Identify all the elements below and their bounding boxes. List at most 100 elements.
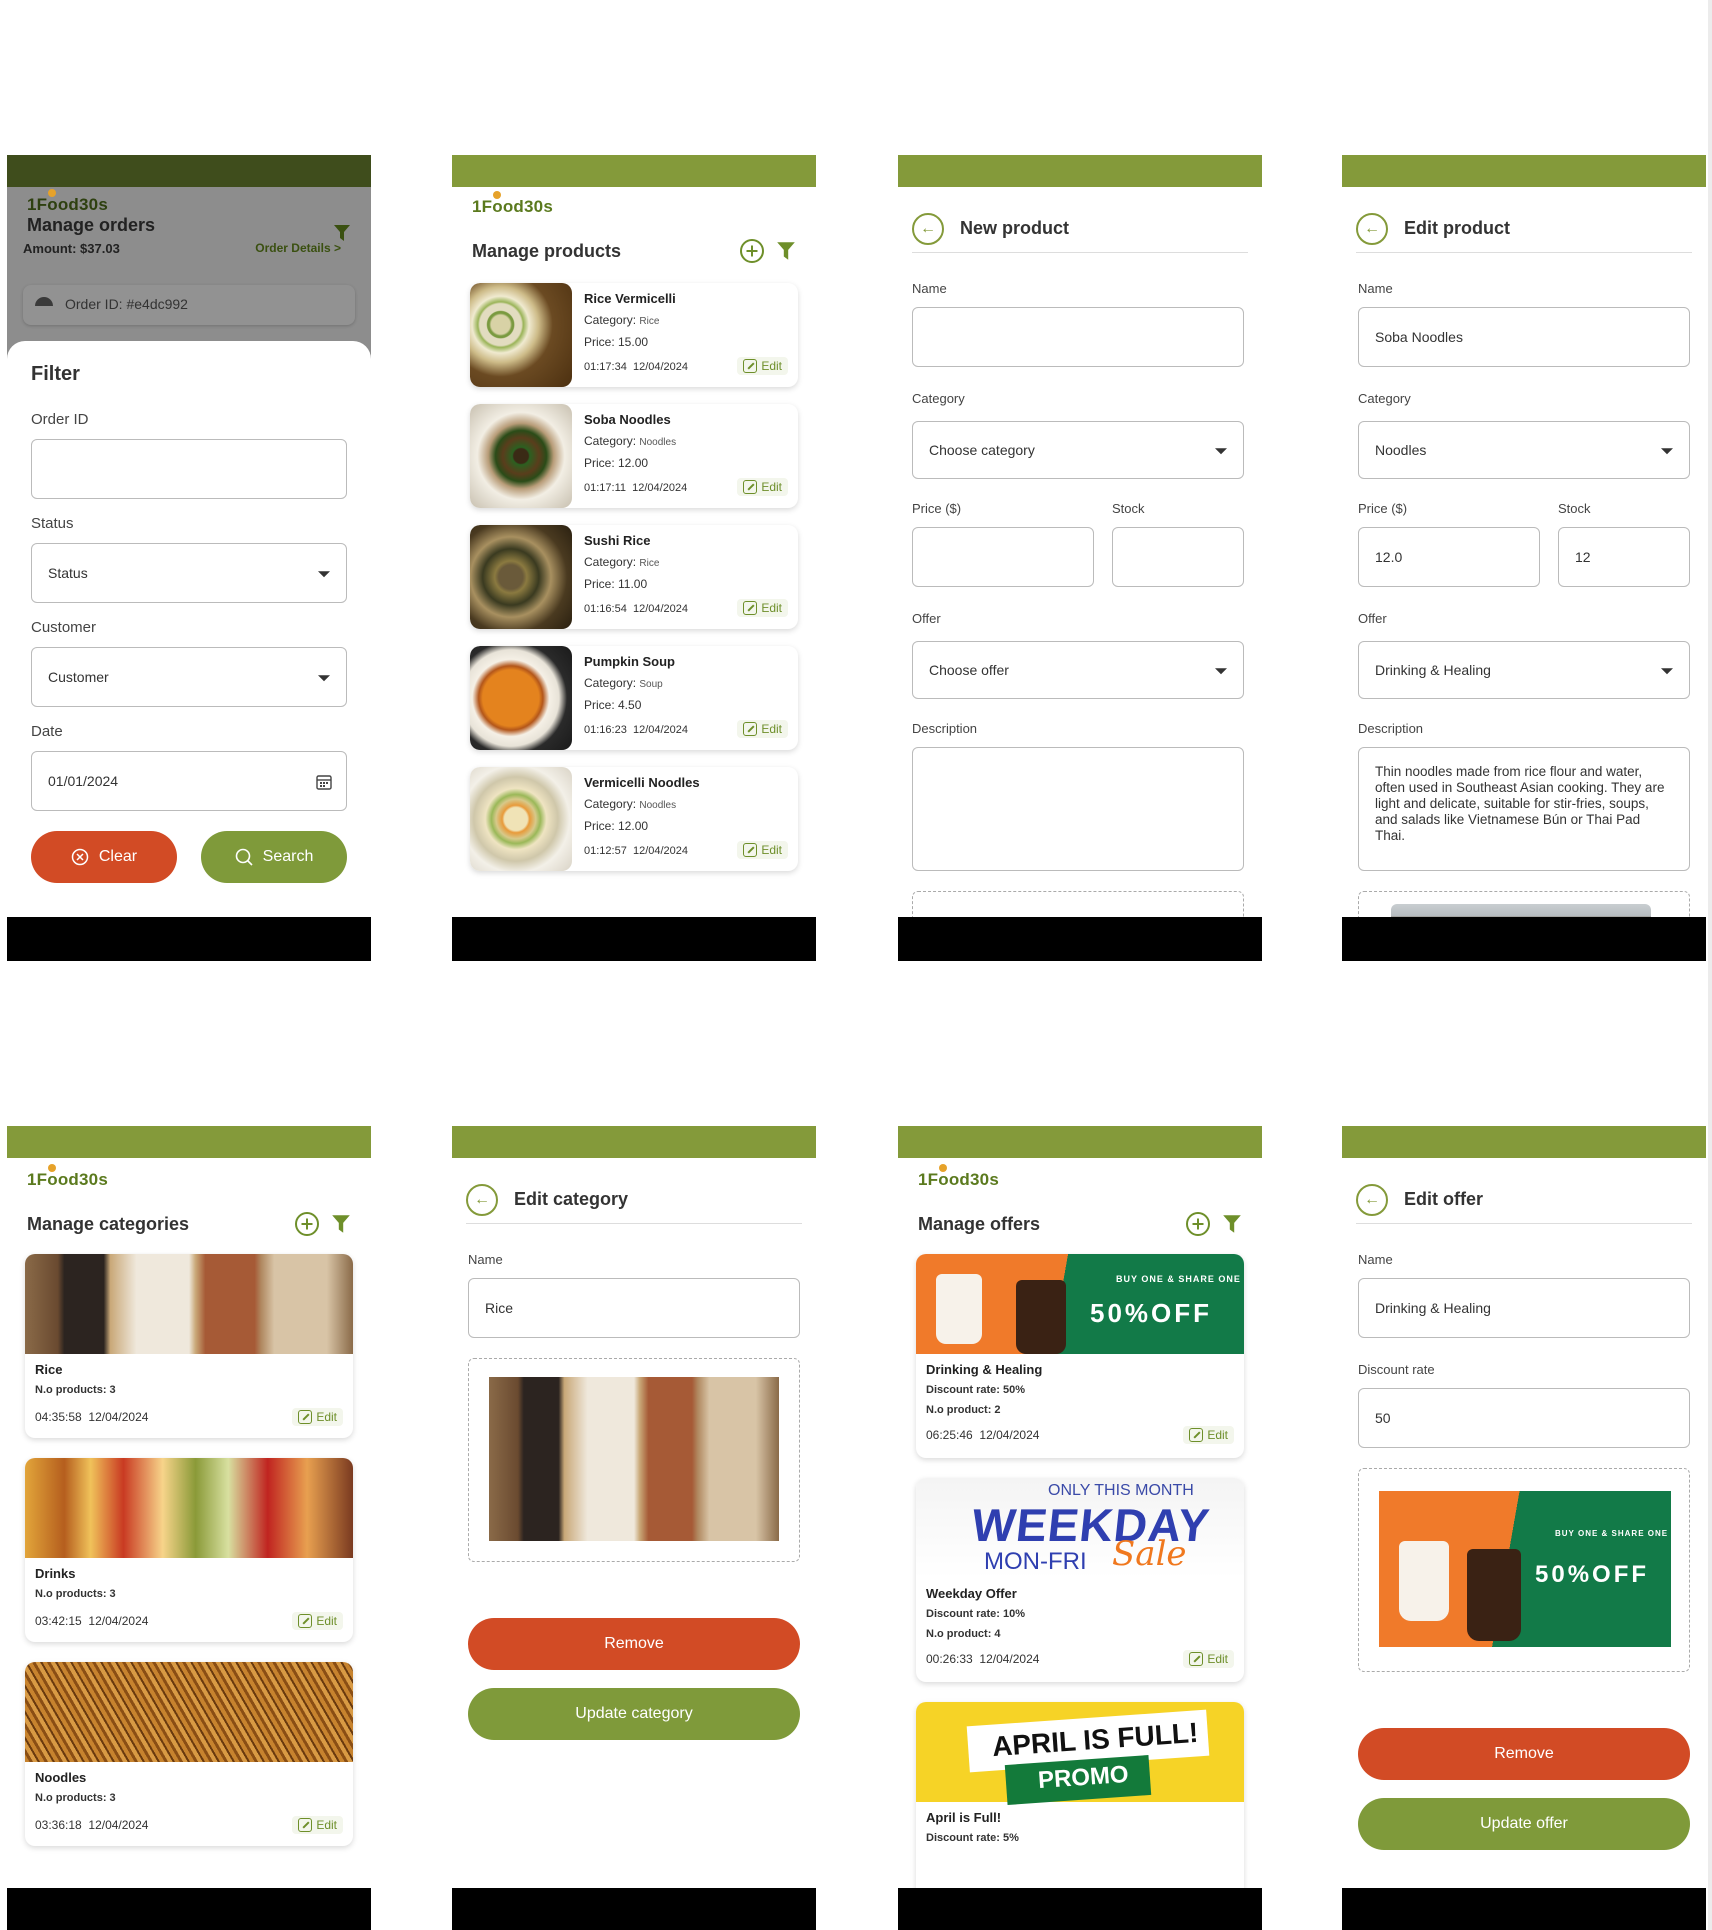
stock-input[interactable]: 12 [1558,527,1690,587]
edit-label: Edit [761,359,782,373]
edit-button[interactable]: Edit [737,720,788,738]
category-card[interactable]: Drinks N.o products: 3 03:42:15 12/04/2024… [25,1458,353,1642]
edit-button[interactable]: Edit [737,841,788,859]
update-category-button[interactable]: Update category [468,1688,800,1740]
product-image [1391,904,1651,917]
product-card[interactable]: Soba Noodles Category: Noodles Price: 12.0… [470,404,798,508]
description-input[interactable] [912,747,1244,871]
edit-button[interactable]: Edit [1183,1650,1234,1668]
status-select[interactable]: Status [31,543,347,603]
page-title: New product [960,218,1070,238]
image-upload-area[interactable] [912,891,1244,917]
edit-button[interactable]: Edit [737,357,788,375]
image-upload-area[interactable] [468,1358,800,1562]
offer-select[interactable]: Drinking & Healing [1358,641,1690,699]
offer-card[interactable]: ONLY THIS MONTH WEEKDAY MON-FRI Sale Wee… [916,1478,1244,1682]
price-input[interactable] [912,527,1094,587]
name-input[interactable]: Soba Noodles [1358,307,1690,367]
edit-icon [743,480,758,494]
product-category: Category: Soup [584,676,663,690]
add-icon[interactable] [295,1212,319,1236]
add-icon[interactable] [1186,1212,1210,1236]
product-name: Rice Vermicelli [584,291,676,306]
offer-card[interactable]: BUY ONE & SHARE ONE 50%OFF Drinking & He… [916,1254,1244,1458]
description-input[interactable]: Thin noodles made from rice flour and wa… [1358,747,1690,871]
order-details-link[interactable]: Order Details > [255,241,341,255]
screen-orders-filter: 1Food30s Manage orders Amount: $37.03 Or… [7,155,371,961]
image-upload-area[interactable]: BUY ONE & SHARE ONE 50%OFF [1358,1468,1690,1672]
image-upload-area[interactable] [1358,891,1690,917]
category-card[interactable]: Rice N.o products: 3 04:35:58 12/04/2024 Ed… [25,1254,353,1438]
product-price: Price: 11.00 [584,577,648,591]
page-title: Manage categories [27,1214,190,1234]
date-input[interactable]: 01/01/2024 [31,751,347,811]
edit-icon [298,1410,313,1424]
edit-button[interactable]: Edit [292,1816,343,1834]
product-timestamp: 01:16:23 12/04/2024 [584,724,688,736]
category-select[interactable]: Choose category [912,421,1244,479]
edit-button[interactable]: Edit [737,599,788,617]
product-card[interactable]: Vermicelli Noodles Category: Noodles Price… [470,767,798,871]
remove-button[interactable]: Remove [1358,1728,1690,1780]
name-label: Name [1358,1252,1393,1267]
product-image [470,646,572,750]
customer-label: Customer [31,619,97,636]
order-card[interactable]: Order ID: #e4dc992 [23,285,355,325]
price-label: Price ($) [1358,501,1408,516]
customer-value: Customer [48,669,109,685]
order-id-text: Order ID: #e4dc992 [65,296,188,312]
order-id-label: Order ID [31,411,89,428]
discount-rate-input[interactable]: 50 [1358,1388,1690,1448]
calendar-icon[interactable] [316,774,332,790]
product-price: Price: 15.00 [584,335,649,349]
page-title: Edit product [1404,218,1510,238]
edit-button[interactable]: Edit [1183,1426,1234,1444]
edit-button[interactable]: Edit [292,1408,343,1426]
product-card[interactable]: Rice Vermicelli Category: Rice Price: 15.0… [470,283,798,387]
customer-select[interactable]: Customer [31,647,347,707]
edit-button[interactable]: Edit [737,478,788,496]
category-time: 03:42:15 [35,1614,82,1628]
filter-icon[interactable] [776,240,796,262]
order-id-input[interactable] [31,439,347,499]
product-card[interactable]: Sushi Rice Category: Rice Price: 11.00 01:1… [470,525,798,629]
offer-select[interactable]: Choose offer [912,641,1244,699]
name-input[interactable] [912,307,1244,367]
name-input[interactable]: Drinking & Healing [1358,1278,1690,1338]
filter-sheet: Filter Order ID Status Status Customer C… [7,341,371,917]
edit-button[interactable]: Edit [292,1612,343,1630]
edit-icon [298,1614,313,1628]
clear-button[interactable]: Clear [31,831,177,883]
update-offer-button[interactable]: Update offer [1358,1798,1690,1850]
product-timestamp: 01:16:54 12/04/2024 [584,603,688,615]
back-icon[interactable]: ← [466,1183,498,1216]
product-image [470,767,572,871]
status-bar [7,1126,371,1158]
back-icon[interactable]: ← [1356,212,1388,245]
name-input[interactable]: Rice [468,1278,800,1338]
price-input[interactable]: 12.0 [1358,527,1540,587]
chevron-down-icon [1661,448,1673,455]
category-card[interactable]: Noodles N.o products: 3 03:36:18 12/04/202… [25,1662,353,1846]
page-edge [1708,0,1712,1930]
offer-timestamp: 06:25:46 12/04/2024 [926,1428,1039,1442]
filter-icon[interactable] [1222,1213,1242,1235]
status-bar [452,1126,816,1158]
offer-card[interactable]: APRIL IS FULL! PROMO April is Full! Disc… [916,1702,1244,1888]
back-icon[interactable]: ← [912,212,944,245]
search-button[interactable]: Search [201,831,347,883]
edit-icon [743,843,758,857]
stock-input[interactable] [1112,527,1244,587]
product-card[interactable]: Pumpkin Soup Category: Soup Price: 4.50 01:… [470,646,798,750]
category-image [25,1662,353,1762]
filter-icon[interactable] [331,1213,351,1235]
stock-label: Stock [1112,501,1145,516]
product-category: Category: Noodles [584,434,676,448]
product-time: 01:16:23 [584,724,627,736]
product-date: 12/04/2024 [632,361,689,373]
back-icon[interactable]: ← [1356,1183,1388,1216]
add-icon[interactable] [740,239,764,263]
category-select[interactable]: Noodles [1358,421,1690,479]
remove-button[interactable]: Remove [468,1618,800,1670]
date-value: 01/01/2024 [48,773,119,789]
